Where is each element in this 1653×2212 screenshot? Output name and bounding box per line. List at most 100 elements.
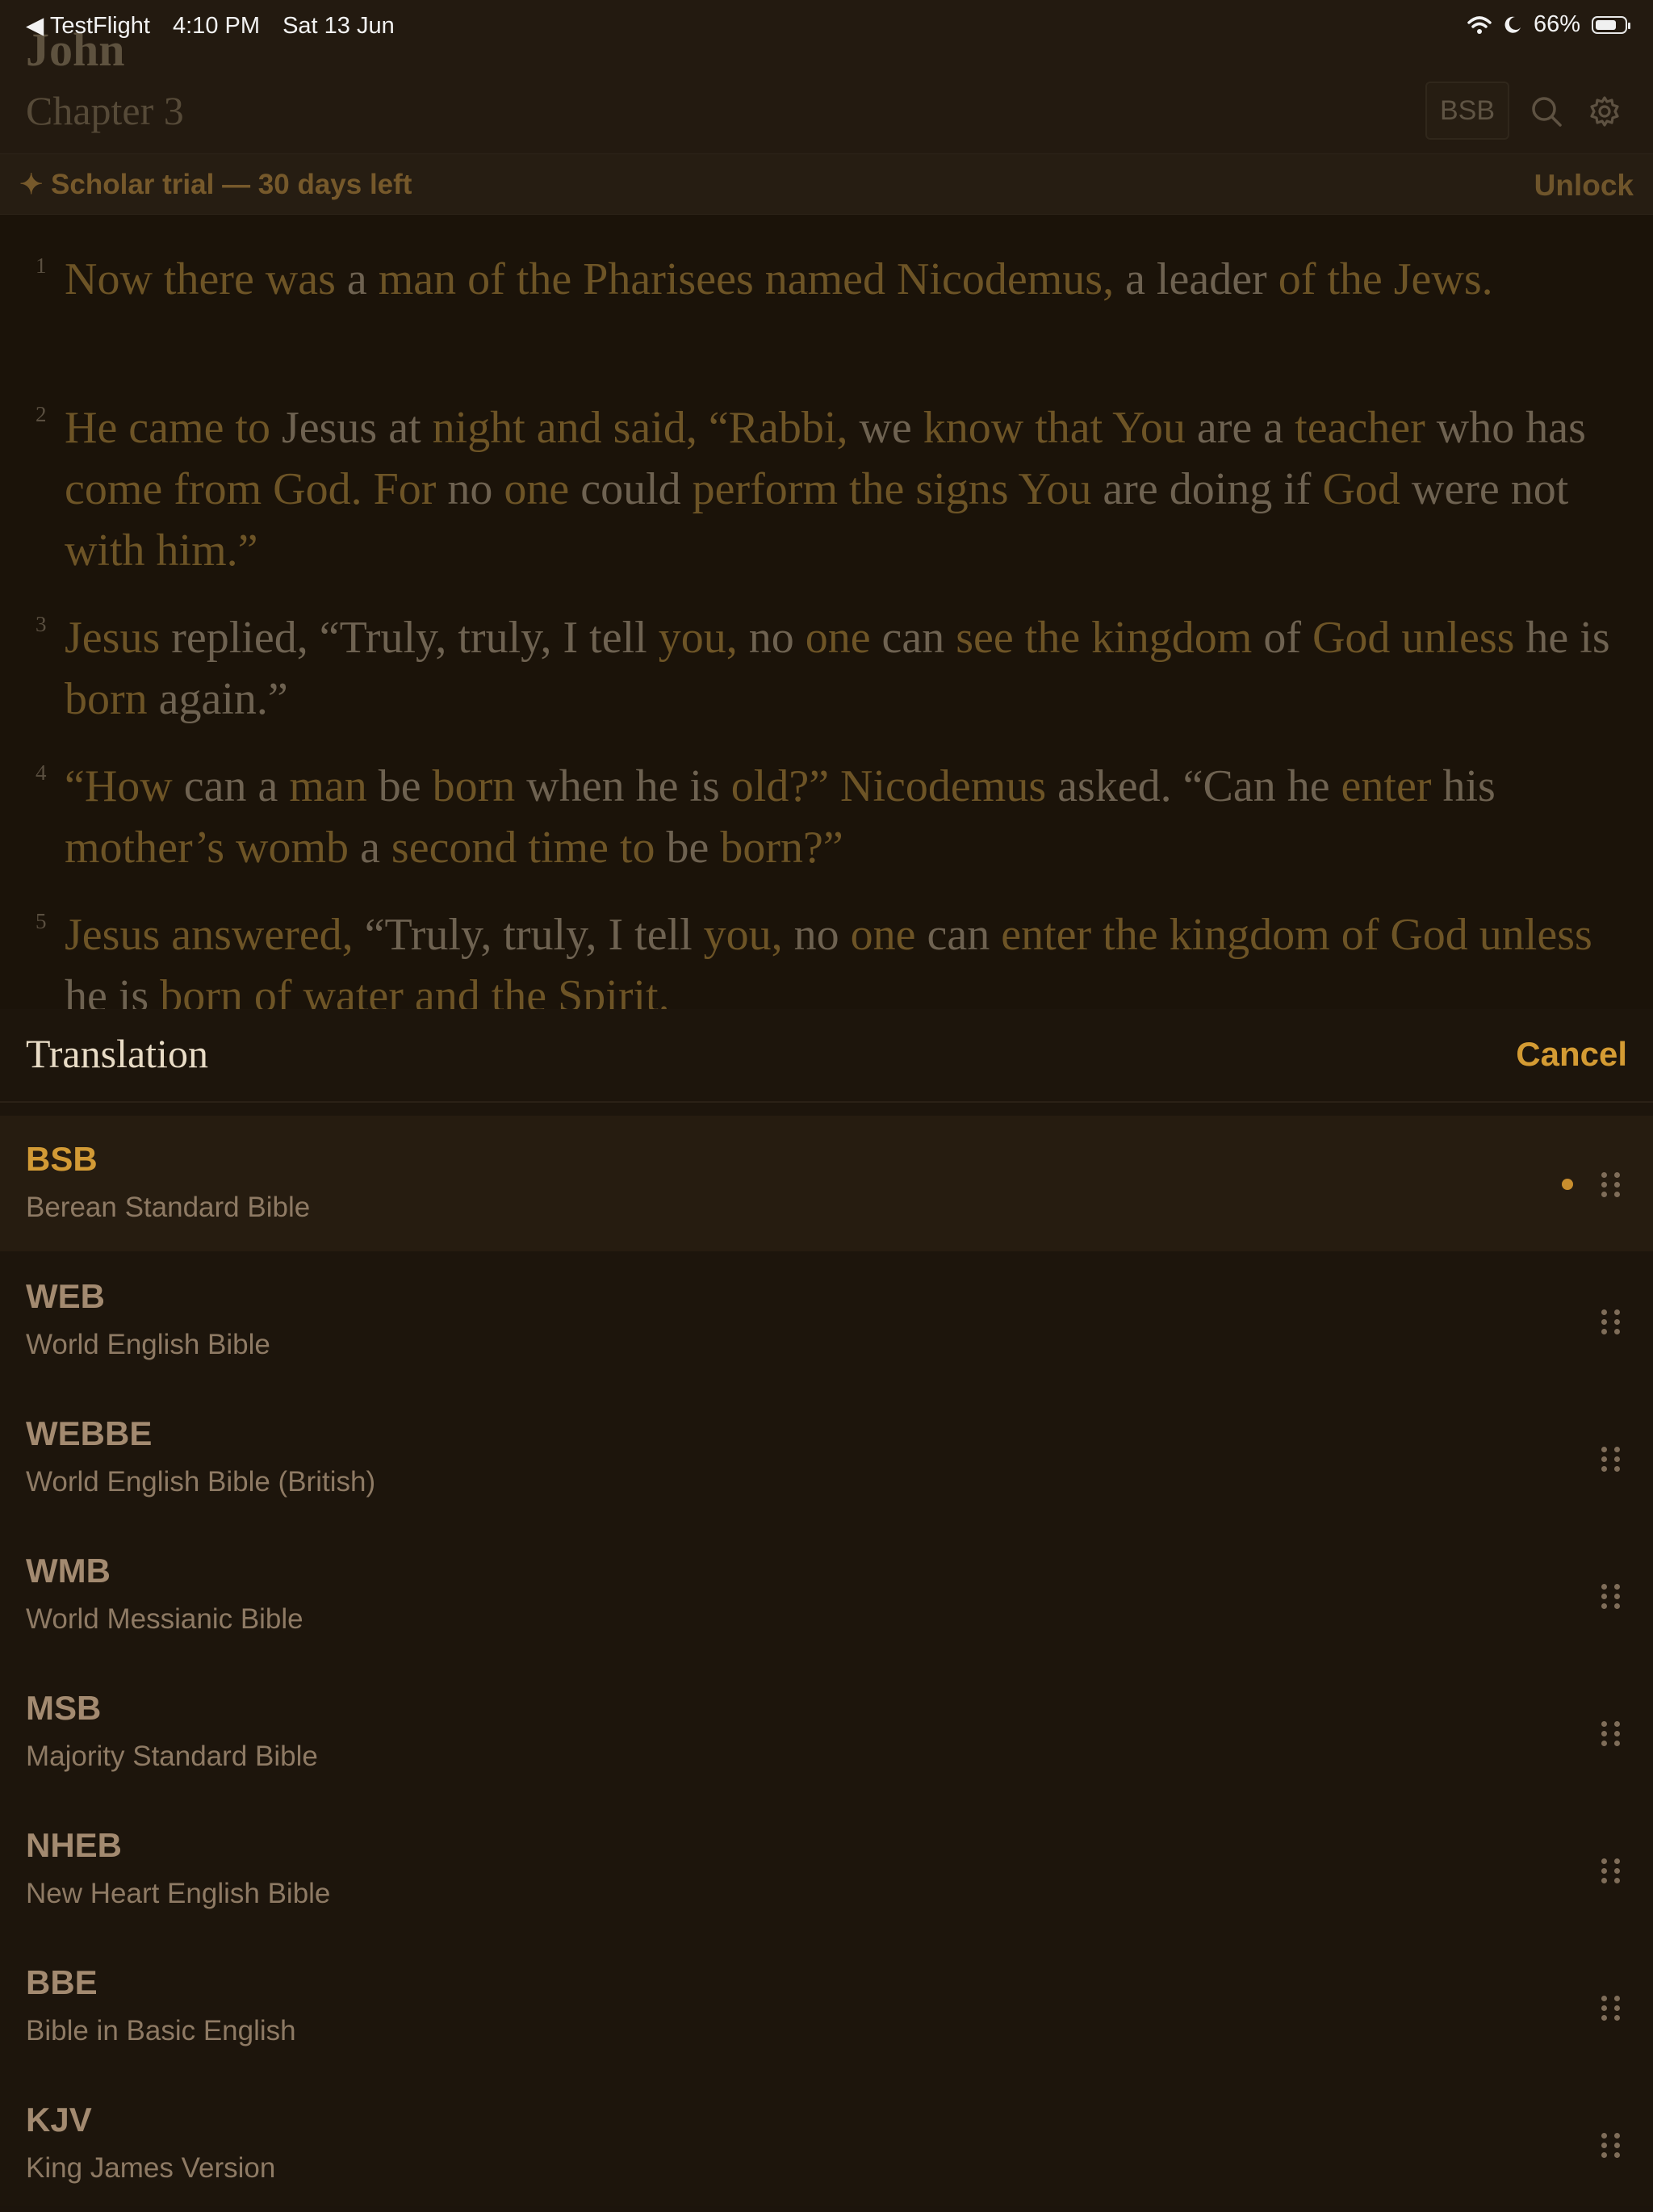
drag-handle-icon[interactable] — [1601, 1721, 1621, 1749]
highlighted-word: one — [850, 910, 916, 960]
verse-text: no — [782, 910, 851, 960]
verse-number: 5 — [36, 909, 47, 933]
drag-handle-icon[interactable] — [1601, 1447, 1621, 1474]
translation-row-kjv[interactable]: KJV King James Version — [0, 2076, 1653, 2212]
trial-status-text: ✦ Scholar trial — 30 days left — [19, 169, 412, 200]
verse[interactable]: 4 “How can a man be born when he is old?… — [36, 756, 1630, 878]
translation-row-bbe[interactable]: BBE Bible in Basic English — [0, 1939, 1653, 2075]
drag-dot — [1614, 1182, 1620, 1188]
drag-dot — [1614, 1447, 1620, 1452]
drag-dot — [1614, 1603, 1620, 1609]
highlighted-word: see the kingdom — [956, 613, 1253, 663]
drag-dot — [1614, 1456, 1620, 1462]
highlighted-word: night and said, “Rabbi, — [432, 403, 848, 453]
drag-dot — [1614, 2143, 1620, 2148]
drag-dot — [1614, 1858, 1620, 1864]
sheet-header: Translation Cancel — [0, 1009, 1653, 1103]
drag-dot — [1601, 1996, 1607, 2001]
status-left: ◀ TestFlight 4:10 PM Sat 13 Jun — [26, 11, 411, 40]
verse-number: 3 — [36, 612, 47, 636]
status-bar: ◀ TestFlight 4:10 PM Sat 13 Jun 66% — [0, 0, 1653, 52]
verse[interactable]: 3 Jesus replied, “Truly, truly, I tell y… — [36, 607, 1630, 730]
drag-dot — [1614, 1466, 1620, 1472]
drag-handle-icon[interactable] — [1601, 2133, 1621, 2160]
highlighted-word: Jesus answered, — [65, 910, 354, 960]
verse-text: can — [870, 613, 956, 663]
drag-dot — [1614, 1172, 1620, 1178]
verse-text: no — [436, 464, 504, 514]
translation-row-nheb[interactable]: NHEB New Heart English Bible — [0, 1802, 1653, 1938]
translation-chip-button[interactable]: BSB — [1425, 82, 1509, 140]
verse-text: his — [1431, 761, 1496, 811]
drag-dot — [1601, 1329, 1607, 1334]
translation-row-web[interactable]: WEB World English Bible — [0, 1253, 1653, 1389]
verse-text: a — [335, 254, 379, 304]
drag-handle-icon[interactable] — [1601, 1309, 1621, 1337]
highlighted-word: you, — [703, 910, 783, 960]
translation-name: World English Bible — [26, 1329, 270, 1360]
translation-name: Majority Standard Bible — [26, 1741, 318, 1772]
translation-row-wmb[interactable]: WMB World Messianic Bible — [0, 1527, 1653, 1663]
highlighted-word: of the Jews. — [1278, 254, 1493, 304]
verse[interactable]: 1 Now there was a man of the Pharisees n… — [36, 249, 1630, 310]
search-icon[interactable] — [1529, 94, 1564, 129]
translation-code: WMB — [26, 1552, 111, 1590]
highlighted-word: born — [65, 674, 148, 724]
highlighted-word: come from God. For — [65, 464, 437, 514]
verse-text: could — [569, 464, 693, 514]
drag-dot — [1601, 1192, 1607, 1197]
highlighted-word: teacher — [1295, 403, 1425, 453]
translation-sheet: Translation Cancel BSB Berean Standard Bi… — [0, 1009, 1653, 2206]
highlighted-word: born — [432, 761, 516, 811]
verse-text: were not — [1400, 464, 1569, 514]
highlighted-word: Now there was — [65, 254, 336, 304]
status-right: 66% — [1467, 11, 1630, 38]
translation-code: WEB — [26, 1277, 105, 1315]
drag-dot — [1614, 1996, 1620, 2001]
wifi-icon — [1467, 15, 1492, 34]
drag-dot — [1601, 2133, 1607, 2139]
drag-dot — [1614, 1309, 1620, 1315]
verse-text: he is — [1514, 613, 1610, 663]
verse-number: 1 — [36, 253, 47, 278]
translation-row-webbe[interactable]: WEBBE World English Bible (British) — [0, 1390, 1653, 1526]
translation-row-bsb[interactable]: BSB Berean Standard Bible — [0, 1116, 1653, 1251]
drag-dot — [1614, 1868, 1620, 1874]
verse[interactable]: 2 He came to Jesus at night and said, “R… — [36, 397, 1630, 581]
translation-name: King James Version — [26, 2152, 276, 2184]
drag-dot — [1601, 1603, 1607, 1609]
highlighted-word: “How — [65, 761, 173, 811]
drag-dot — [1614, 1731, 1620, 1737]
verse-text: be — [366, 761, 433, 811]
highlighted-word: one — [805, 613, 871, 663]
verse-text: again.” — [147, 674, 288, 724]
drag-handle-icon[interactable] — [1601, 1172, 1621, 1200]
unlock-button[interactable]: Unlock — [1534, 169, 1634, 203]
verse[interactable]: 5 Jesus answered, “Truly, truly, I tell … — [36, 904, 1630, 1009]
translation-name: World Messianic Bible — [26, 1603, 303, 1635]
verse-text: can — [915, 910, 1002, 960]
drag-dot — [1601, 1858, 1607, 1864]
drag-dot — [1601, 1868, 1607, 1874]
drag-handle-icon[interactable] — [1601, 1584, 1621, 1611]
translation-row-msb[interactable]: MSB Majority Standard Bible — [0, 1665, 1653, 1800]
chapter-title[interactable]: Chapter 3 — [26, 87, 184, 134]
drag-handle-icon[interactable] — [1601, 1858, 1621, 1886]
verse-text: can a — [172, 761, 290, 811]
battery-icon — [1592, 15, 1630, 34]
drag-handle-icon[interactable] — [1601, 1996, 1621, 2023]
drag-dot — [1601, 1182, 1607, 1188]
translation-code: NHEB — [26, 1826, 123, 1864]
highlighted-word: with him.” — [65, 526, 258, 576]
drag-dot — [1614, 1584, 1620, 1590]
verse-text: who has — [1425, 403, 1586, 453]
gear-icon[interactable] — [1587, 94, 1622, 129]
back-to-app-link[interactable]: ◀ TestFlight — [26, 13, 150, 39]
drag-dot — [1601, 1456, 1607, 1462]
drag-dot — [1601, 1878, 1607, 1883]
selected-dot-icon — [1562, 1179, 1573, 1190]
translation-name: World English Bible (British) — [26, 1466, 376, 1498]
highlighted-word: Jesus — [65, 613, 161, 663]
cancel-button[interactable]: Cancel — [1516, 1035, 1627, 1074]
verse-text: a leader — [1114, 254, 1278, 304]
